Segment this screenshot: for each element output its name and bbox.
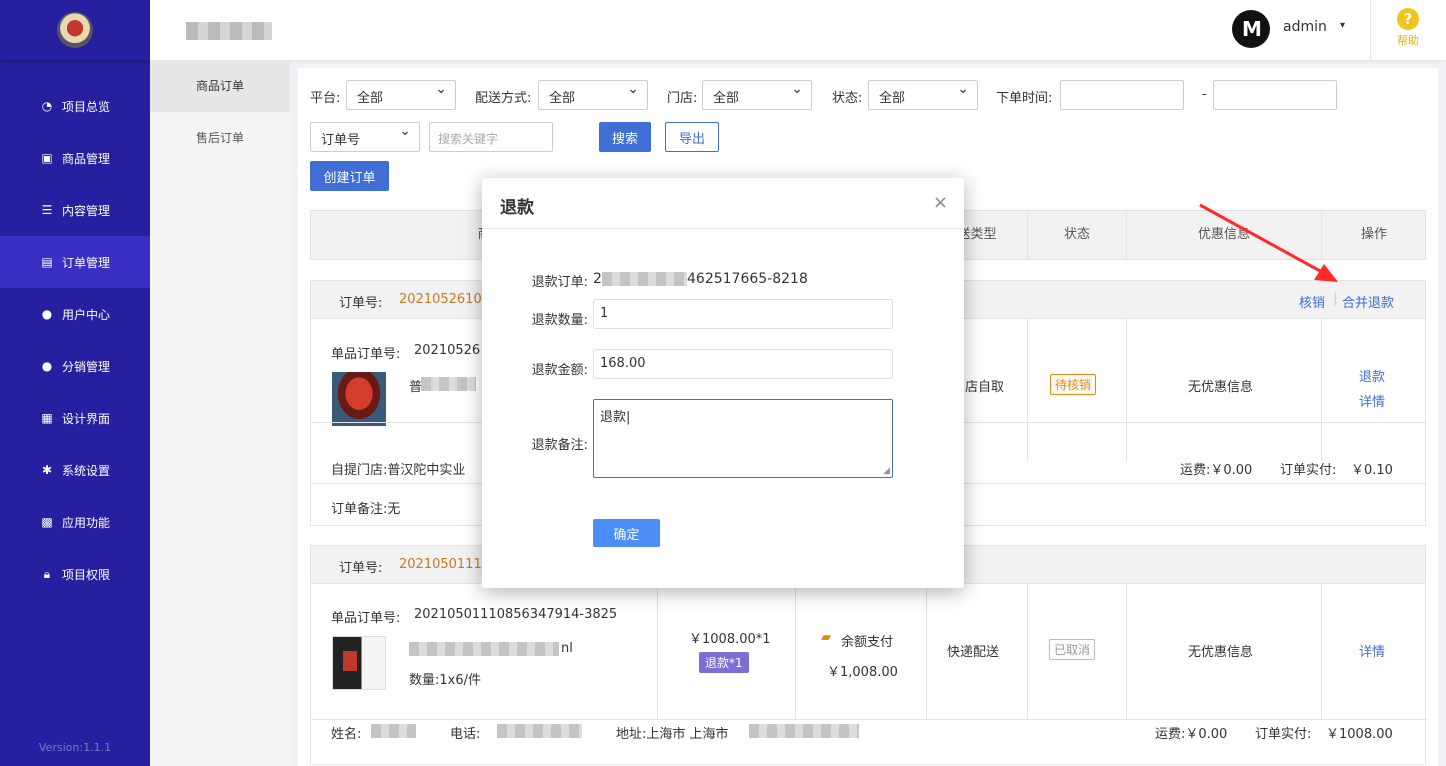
annotation-arrow-icon [1199,203,1338,282]
